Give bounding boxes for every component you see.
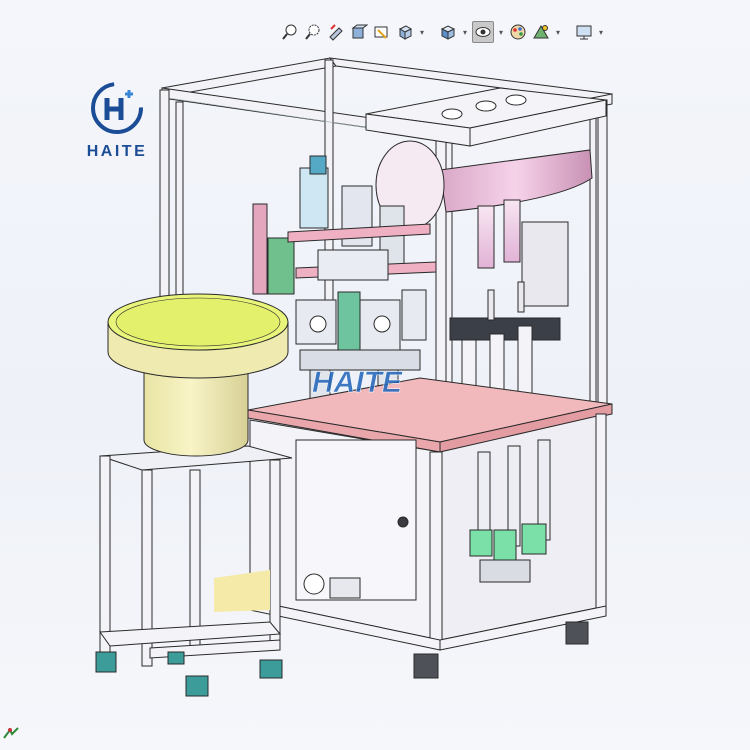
heads-up-view-toolbar: ▾ ▾ ▾ ▾ ▾	[280, 18, 605, 46]
apply-scene-button[interactable]	[531, 21, 551, 43]
haite-logo-icon	[91, 82, 143, 134]
view-settings-dropdown[interactable]: ▾	[597, 21, 605, 43]
hide-show-items-icon	[475, 27, 491, 37]
chevron-down-icon: ▾	[419, 27, 424, 37]
lower-cabinet	[249, 413, 607, 679]
view-orientation-icon	[398, 25, 413, 40]
monitor-icon	[576, 25, 592, 40]
graphics-area[interactable]: HAITE HAITE ▾ ▾ ▾ ▾ ▾	[0, 0, 750, 750]
chevron-down-icon: ▾	[598, 27, 603, 37]
hide-show-items-dropdown[interactable]: ▾	[497, 21, 505, 43]
dynamic-annotation-icon	[374, 26, 388, 39]
edit-appearance-icon	[510, 24, 526, 40]
chevron-down-icon: ▾	[555, 27, 560, 37]
dynamic-annotation-button[interactable]	[372, 21, 392, 43]
display-style-dropdown[interactable]: ▾	[461, 21, 469, 43]
section-view-button[interactable]	[349, 21, 369, 43]
zoom-to-area-button[interactable]	[303, 21, 323, 43]
edit-appearance-button[interactable]	[508, 21, 528, 43]
view-orientation-dropdown[interactable]: ▾	[418, 21, 426, 43]
logo-text: HAITE	[86, 143, 148, 160]
brand-logo: HAITE	[82, 80, 152, 161]
zoom-to-fit-button[interactable]	[280, 21, 300, 43]
section-view-icon	[351, 24, 368, 39]
view-orientation-button[interactable]	[395, 21, 415, 43]
apply-scene-dropdown[interactable]: ▾	[554, 21, 562, 43]
coordinate-triad-icon	[3, 727, 19, 739]
hide-show-items-button[interactable]	[472, 21, 494, 43]
feed-hopper	[365, 87, 607, 147]
display-style-button[interactable]	[438, 21, 458, 43]
tube-roller	[375, 140, 593, 307]
model-watermark: HAITE	[312, 366, 403, 399]
chevron-down-icon: ▾	[498, 27, 503, 37]
previous-view-button[interactable]	[326, 21, 346, 43]
zoom-to-fit-icon	[282, 24, 297, 40]
chevron-down-icon: ▾	[462, 27, 467, 37]
apply-scene-icon	[533, 25, 549, 39]
zoom-to-area-icon	[305, 24, 320, 40]
display-style-icon	[440, 25, 456, 40]
view-settings-button[interactable]	[574, 21, 594, 43]
previous-view-icon	[329, 24, 343, 41]
